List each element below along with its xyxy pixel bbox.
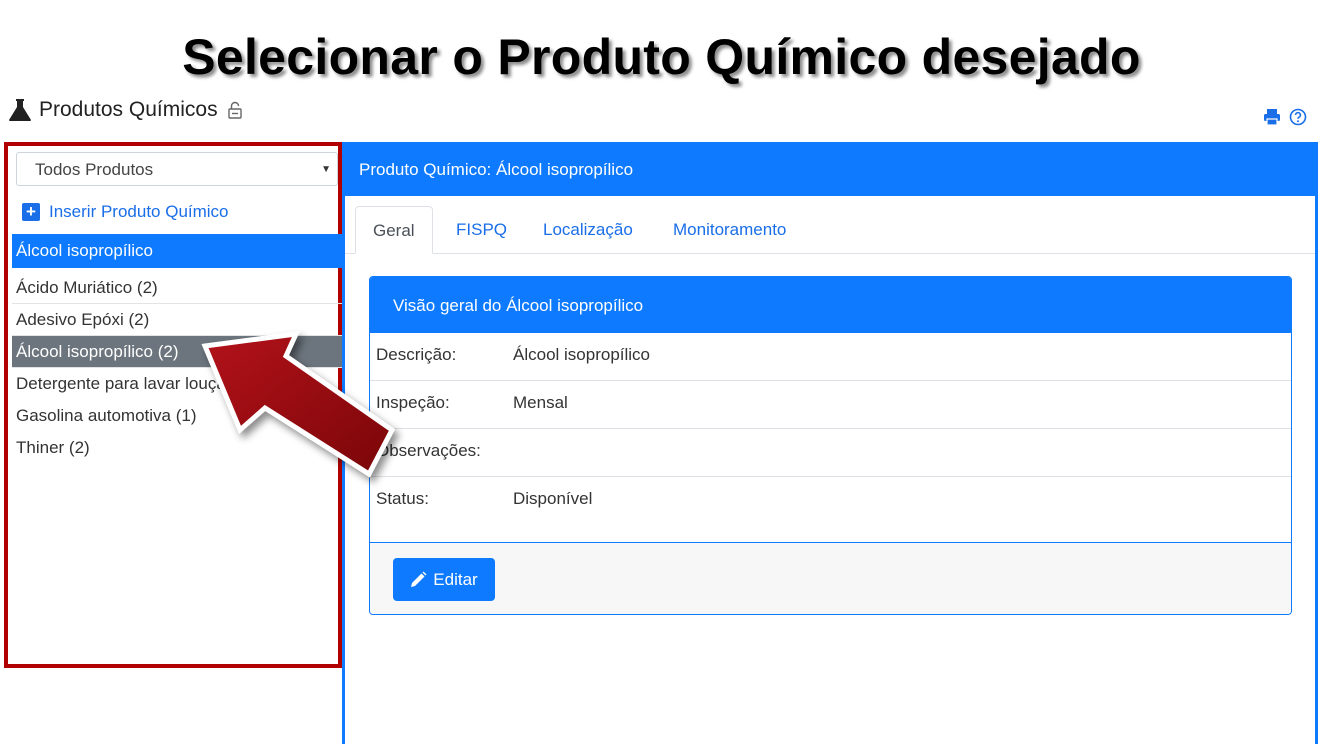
panel-title: Produto Químico: Álcool isopropílico: [342, 142, 1318, 196]
product-list-item[interactable]: Gasolina automotiva (1): [12, 400, 342, 432]
lock-icon[interactable]: [227, 101, 242, 119]
field-label: Observações:: [376, 441, 481, 460]
detail-row-observacoes: Observações:: [370, 429, 1291, 477]
slide-title: Selecionar o Produto Químico desejado: [182, 29, 1141, 85]
card-footer: Editar: [370, 543, 1291, 614]
field-label: Inspeção:: [376, 393, 450, 412]
product-list: Ácido Muriático (2) Adesivo Epóxi (2) Ál…: [12, 272, 342, 464]
field-value: Álcool isopropílico: [513, 345, 651, 364]
field-value: Mensal: [513, 393, 568, 412]
overview-card: Visão geral do Álcool isopropílico Descr…: [369, 276, 1292, 615]
tab-fispq[interactable]: FISPQ: [456, 206, 507, 254]
field-value: Disponível: [513, 489, 593, 508]
tab-geral[interactable]: Geral: [355, 206, 433, 254]
product-list-item[interactable]: Adesivo Epóxi (2): [12, 304, 342, 336]
detail-row-inspecao: Inspeção: Mensal: [370, 381, 1291, 429]
field-label: Status:: [376, 489, 429, 508]
page-header: Produtos Químicos: [8, 96, 242, 124]
insert-product-label: Inserir Produto Químico: [49, 202, 229, 221]
product-list-item[interactable]: Detergente para lavar louça (1): [12, 368, 342, 400]
product-list-item[interactable]: Ácido Muriático (2): [12, 272, 342, 304]
field-label: Descrição:: [376, 345, 457, 364]
tab-monitoramento[interactable]: Monitoramento: [673, 206, 786, 254]
product-sidebar: Todos Produtos ▼ + Inserir Produto Quími…: [4, 142, 342, 668]
card-title: Visão geral do Álcool isopropílico: [370, 277, 1291, 333]
product-list-item[interactable]: Thiner (2): [12, 432, 342, 464]
pencil-icon: [411, 571, 427, 587]
detail-row-descricao: Descrição: Álcool isopropílico: [370, 333, 1291, 381]
flask-icon: [9, 99, 31, 121]
chevron-down-icon: ▼: [321, 164, 331, 175]
top-tools: [1263, 108, 1307, 126]
edit-button[interactable]: Editar: [393, 558, 495, 601]
product-list-item-active[interactable]: Álcool isopropílico (2): [12, 336, 342, 368]
detail-row-status: Status: Disponível: [370, 477, 1291, 543]
detail-tabs: Geral FISPQ Localização Monitoramento: [345, 206, 1315, 254]
edit-button-label: Editar: [433, 569, 478, 589]
selected-product-header: Álcool isopropílico: [12, 234, 342, 268]
page-title: Produtos Químicos: [39, 98, 218, 121]
plus-icon: +: [22, 203, 40, 221]
product-detail-panel: Produto Químico: Álcool isopropílico Ger…: [342, 142, 1318, 744]
product-filter-select[interactable]: Todos Produtos ▼: [16, 152, 338, 186]
insert-product-link[interactable]: + Inserir Produto Químico: [22, 202, 229, 222]
product-filter-value: Todos Produtos: [35, 160, 154, 179]
tab-localizacao[interactable]: Localização: [543, 206, 633, 254]
print-icon[interactable]: [1263, 108, 1281, 126]
help-icon[interactable]: [1289, 108, 1307, 126]
